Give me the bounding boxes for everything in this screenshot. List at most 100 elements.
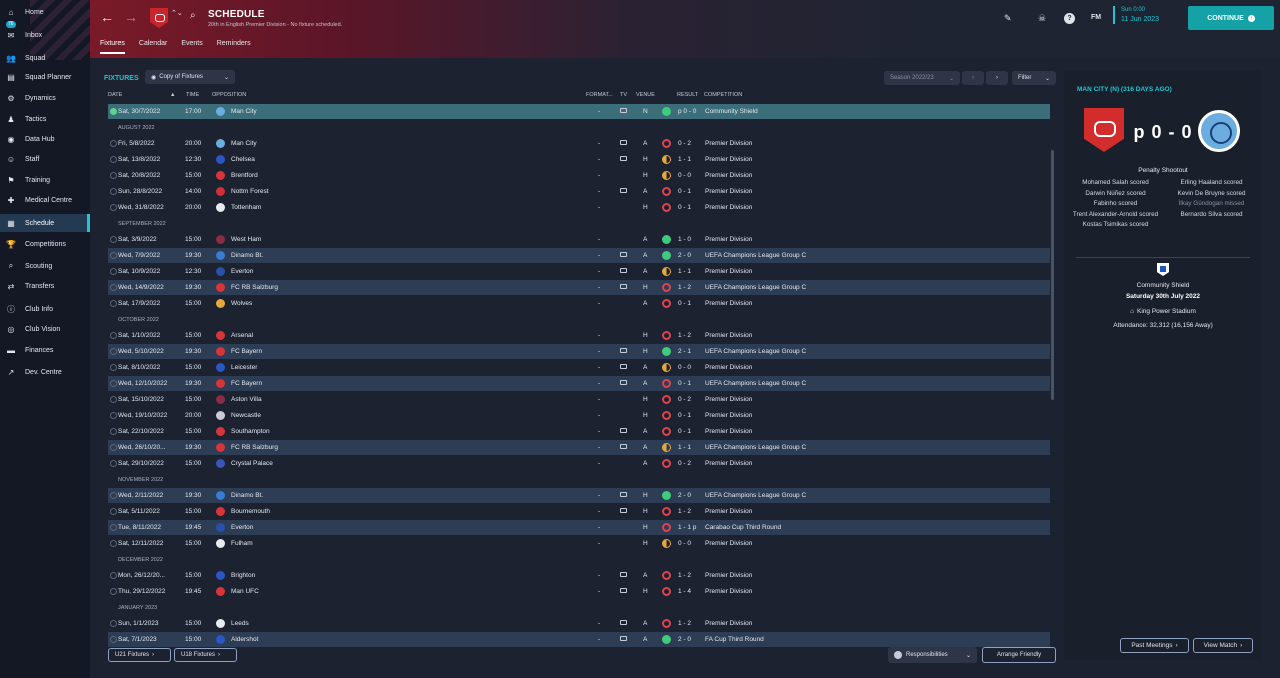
fixture-result[interactable]: 1 - 2	[678, 284, 691, 291]
row-select-indicator[interactable]	[110, 540, 117, 547]
penalty-taker[interactable]: İlkay Gündogan missed	[1164, 199, 1259, 210]
fixture-result[interactable]: 0 - 0	[678, 364, 691, 371]
fixture-result[interactable]: 2 - 0	[678, 492, 691, 499]
filter-button[interactable]: Filter ⌄	[1012, 71, 1056, 85]
fixture-result[interactable]: 1 - 0	[678, 236, 691, 243]
penalty-taker[interactable]: Kevin De Bruyne scored	[1164, 189, 1259, 200]
arrange-friendly-button[interactable]: Arrange Friendly	[982, 647, 1056, 663]
opposition-name[interactable]: Man City	[231, 108, 257, 115]
row-select-indicator[interactable]	[110, 300, 117, 307]
fixture-competition[interactable]: Premier Division	[705, 508, 752, 515]
table-row[interactable]: Wed, 2/11/2022 19:30 Dinamo Bt. - H 2 - 0 UEFA…	[108, 488, 1050, 503]
fixture-competition[interactable]: Premier Division	[705, 588, 752, 595]
past-meetings-button[interactable]: Past Meetings ›	[1120, 638, 1189, 653]
col-date[interactable]: DATE	[108, 92, 122, 98]
sidebar-item-training[interactable]: ⚑ Training	[0, 171, 90, 189]
table-row[interactable]: Sat, 15/10/2022 15:00 Aston Villa - H 0 - 2 Pr…	[108, 392, 1050, 407]
fixture-competition[interactable]: UEFA Champions League Group C	[705, 492, 806, 499]
opposition-name[interactable]: FC Bayern	[231, 380, 262, 387]
sidebar-item-dev-centre[interactable]: ↗ Dev. Centre	[0, 363, 90, 381]
opposition-name[interactable]: Aldershot	[231, 636, 258, 643]
fixture-competition[interactable]: Premier Division	[705, 236, 752, 243]
col-time[interactable]: TIME	[186, 92, 199, 98]
fixture-result[interactable]: 0 - 2	[678, 396, 691, 403]
fixture-competition[interactable]: Premier Division	[705, 428, 752, 435]
opposition-name[interactable]: Dinamo Bt.	[231, 492, 263, 499]
season-next-button[interactable]: ›	[986, 71, 1008, 85]
opposition-name[interactable]: FC RB Salzburg	[231, 444, 278, 451]
search-icon[interactable]: ⌕	[190, 10, 196, 21]
view-select[interactable]: ◉ Copy of Fixtures ⌄	[145, 70, 235, 84]
fixture-competition[interactable]: UEFA Champions League Group C	[705, 348, 806, 355]
fixture-competition[interactable]: Premier Division	[705, 332, 752, 339]
table-row[interactable]: Sat, 5/11/2022 15:00 Bournemouth - H 1 - 2 Pre…	[108, 504, 1050, 519]
fixture-result[interactable]: 0 - 0	[678, 540, 691, 547]
row-select-indicator[interactable]	[110, 252, 117, 259]
row-select-indicator[interactable]	[110, 268, 117, 275]
row-select-indicator[interactable]	[110, 460, 117, 467]
row-select-indicator[interactable]	[110, 380, 117, 387]
sidebar-item-dynamics[interactable]: ⚙ Dynamics	[0, 89, 90, 107]
fixture-result[interactable]: p 0 - 0	[678, 108, 696, 115]
tab-fixtures[interactable]: Fixtures	[100, 40, 125, 54]
opposition-name[interactable]: Nottm Forest	[231, 188, 269, 195]
row-select-indicator[interactable]	[110, 524, 117, 531]
table-row[interactable]: Wed, 26/10/20... 19:30 FC RB Salzburg - A 1 -…	[108, 440, 1050, 455]
opposition-name[interactable]: Everton	[231, 524, 253, 531]
fixture-competition[interactable]: Carabao Cup Third Round	[705, 524, 781, 531]
row-select-indicator[interactable]	[110, 332, 117, 339]
fixture-result[interactable]: 0 - 1	[678, 412, 691, 419]
penalty-taker[interactable]: Darwin Núñez scored	[1068, 189, 1163, 200]
row-select-indicator[interactable]	[110, 364, 117, 371]
sidebar-item-club-vision[interactable]: ◎ Club Vision	[0, 320, 90, 338]
col-competition[interactable]: COMPETITION	[704, 92, 742, 98]
row-select-indicator[interactable]	[110, 188, 117, 195]
fixture-competition[interactable]: Premier Division	[705, 188, 752, 195]
col-format[interactable]: FORMAT...	[586, 92, 613, 98]
sidebar-item-medical-centre[interactable]: ✚ Medical Centre	[0, 191, 90, 209]
pencil-icon[interactable]: ✎	[1004, 13, 1012, 24]
forward-arrow-icon[interactable]: →	[124, 9, 138, 25]
row-select-indicator[interactable]	[110, 492, 117, 499]
row-select-indicator[interactable]	[110, 284, 117, 291]
row-select-indicator[interactable]	[110, 140, 117, 147]
skull-icon[interactable]: ☠	[1038, 13, 1046, 24]
opposition-name[interactable]: FC RB Salzburg	[231, 284, 278, 291]
u21-fixtures-button[interactable]: U21 Fixtures ›	[108, 648, 171, 662]
penalty-taker[interactable]: Erling Haaland scored	[1164, 178, 1259, 189]
opposition-name[interactable]: Arsenal	[231, 332, 253, 339]
fixture-result[interactable]: 1 - 1	[678, 156, 691, 163]
fixture-competition[interactable]: UEFA Champions League Group C	[705, 252, 806, 259]
table-row[interactable]: Sun, 28/8/2022 14:00 Nottm Forest - A 0 - 1 Pr…	[108, 184, 1050, 199]
opposition-name[interactable]: Dinamo Bt.	[231, 252, 263, 259]
club-crest[interactable]	[150, 8, 168, 28]
table-row[interactable]: Sat, 30/7/2022 17:00 Man City - Np 0 - 0 Comm…	[108, 104, 1050, 119]
opposition-name[interactable]: Newcastle	[231, 412, 261, 419]
fixture-result[interactable]: 0 - 1	[678, 300, 691, 307]
opposition-name[interactable]: FC Bayern	[231, 348, 262, 355]
sidebar-item-transfers[interactable]: ⇄ Transfers	[0, 277, 90, 295]
table-row[interactable]: Wed, 5/10/2022 19:30 FC Bayern - H 2 - 1 UEFA …	[108, 344, 1050, 359]
penalty-taker[interactable]: Fabinho scored	[1068, 199, 1163, 210]
fixture-competition[interactable]: UEFA Champions League Group C	[705, 380, 806, 387]
table-row[interactable]: Sat, 8/10/2022 15:00 Leicester - A 0 - 0 Premi…	[108, 360, 1050, 375]
fixture-competition[interactable]: Premier Division	[705, 204, 752, 211]
opposition-name[interactable]: West Ham	[231, 236, 261, 243]
row-select-indicator[interactable]	[110, 508, 117, 515]
fixture-result[interactable]: 1 - 2	[678, 332, 691, 339]
table-row[interactable]: Sat, 29/10/2022 15:00 Crystal Palace - A 0 - …	[108, 456, 1050, 471]
season-prev-button[interactable]: ‹	[962, 71, 984, 85]
sidebar-item-tactics[interactable]: ♟ Tactics	[0, 110, 90, 128]
opposition-name[interactable]: Wolves	[231, 300, 252, 307]
opposition-name[interactable]: Leicester	[231, 364, 257, 371]
competition-name[interactable]: Community Shield	[1064, 282, 1262, 289]
fixture-competition[interactable]: Premier Division	[705, 620, 752, 627]
sidebar-item-home[interactable]: ⌂ Home	[0, 3, 90, 21]
season-select[interactable]: Season 2022/23 ⌄	[884, 71, 960, 85]
scrollbar[interactable]	[1051, 150, 1054, 400]
fixture-competition[interactable]: Premier Division	[705, 396, 752, 403]
row-select-indicator[interactable]	[110, 348, 117, 355]
tab-reminders[interactable]: Reminders	[217, 40, 251, 54]
fixture-competition[interactable]: Premier Division	[705, 460, 752, 467]
table-row[interactable]: Wed, 31/8/2022 20:00 Tottenham - H 0 - 1 Premi…	[108, 200, 1050, 215]
